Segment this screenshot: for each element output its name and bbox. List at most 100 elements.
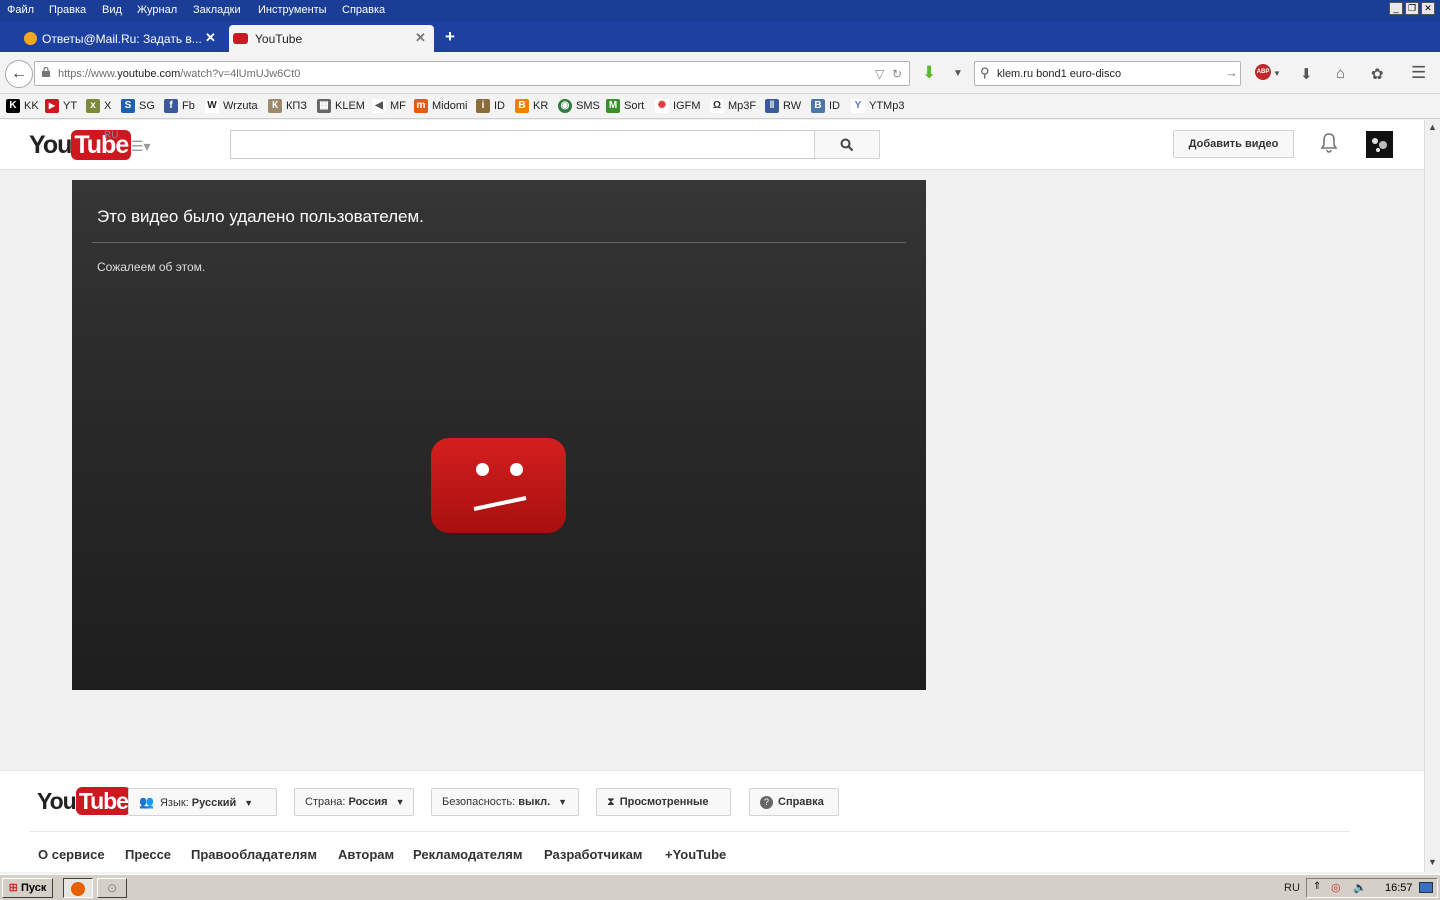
bookmark-klem[interactable]: ▦ KLEM	[317, 99, 365, 115]
bookmark-label: Sort	[624, 100, 645, 112]
youtube-search-input[interactable]	[230, 130, 815, 159]
menu-file[interactable]: Файл	[7, 4, 34, 16]
start-button[interactable]: ⊞ Пуск	[2, 878, 53, 898]
chevron-down-icon[interactable]: ▼	[1273, 69, 1281, 78]
bookmark-sg[interactable]: S SG	[121, 99, 155, 115]
bookmark-kpz[interactable]: К КПЗ	[268, 99, 307, 115]
back-button[interactable]: ←	[5, 60, 33, 88]
addon-icon[interactable]: ✿	[1371, 65, 1384, 83]
new-tab-icon[interactable]: +	[445, 27, 455, 47]
bookmark-yt[interactable]: ▶ YT	[45, 99, 77, 115]
bookmark-mf[interactable]: ◀ MF	[372, 99, 406, 115]
safety-value: выкл.	[518, 796, 551, 808]
language-indicator[interactable]: RU	[1284, 882, 1300, 894]
bookmark-x[interactable]: xX	[86, 99, 111, 115]
dropdown-arrow-icon[interactable]: ▽	[875, 67, 884, 81]
bookmark-id[interactable]: i ID	[476, 99, 505, 115]
bookmark-igfm[interactable]: ✺ IGFM	[655, 99, 701, 115]
url-bar[interactable]: https://www.youtube.com/watch?v=4lUmUJw6…	[34, 61, 910, 86]
volume-icon[interactable]: 🔈	[1353, 881, 1367, 894]
bookmark-sms[interactable]: ◉ SMS	[558, 99, 600, 115]
bookmark-rw[interactable]: ‖ RW	[765, 99, 801, 115]
bookmark-vk[interactable]: В ID	[811, 99, 840, 115]
footer-divider	[30, 831, 1350, 832]
restore-icon[interactable]: ❐	[1405, 2, 1419, 15]
bookmark-kk[interactable]: K KK	[6, 99, 39, 115]
footer-link-advertise[interactable]: Рекламодателям	[413, 847, 522, 862]
app-icon: ⊙	[106, 881, 118, 895]
youtube-search-button[interactable]	[814, 130, 880, 159]
tab-youtube[interactable]: YouTube ✕	[229, 25, 434, 52]
kpz-icon: К	[268, 99, 282, 113]
windows-taskbar: ⊞ Пуск ⊙ RU ⇑ ◎ 🔈 16:57	[0, 874, 1440, 900]
footer-link-press[interactable]: Прессе	[125, 847, 171, 862]
help-button[interactable]: ? Справка	[749, 788, 839, 816]
globe-icon: ◉	[558, 99, 572, 113]
url-prefix: https://www.	[58, 68, 118, 80]
adblock-icon[interactable]: ABP	[1255, 64, 1271, 80]
footer-youtube-logo[interactable]: You Tube	[37, 787, 131, 815]
footer-link-plus-youtube[interactable]: +YouTube	[665, 847, 726, 862]
page-scrollbar[interactable]: ▲ ▼	[1424, 120, 1440, 872]
footer-link-copyright[interactable]: Правообладателям	[191, 847, 317, 862]
safety-button[interactable]: Безопасность: выкл. ▼	[431, 788, 579, 816]
menu-help[interactable]: Справка	[342, 4, 385, 16]
menu-tools[interactable]: Инструменты	[258, 4, 327, 16]
chevron-down-icon[interactable]: ▼	[953, 68, 963, 79]
system-tray: ⇑ ◎ 🔈 16:57	[1306, 878, 1438, 898]
ytmp3-icon: Y	[851, 99, 865, 113]
menu-view[interactable]: Вид	[102, 4, 122, 16]
taskbar-app[interactable]: ⊙	[97, 878, 127, 898]
youtube-masthead: You Tube RU ☰▾ Добавить видео	[0, 120, 1424, 170]
reload-icon[interactable]: ↻	[892, 67, 902, 81]
language-value: Русский	[191, 797, 237, 809]
home-icon[interactable]: ⌂	[1336, 65, 1345, 82]
search-input[interactable]: klem.ru bond1 euro-disco	[997, 68, 1121, 80]
close-tab-icon[interactable]: ✕	[205, 30, 216, 46]
menu-icon[interactable]: ☰	[1411, 63, 1426, 83]
bookmark-midomi[interactable]: m Midomi	[414, 99, 467, 115]
footer-link-creators[interactable]: Авторам	[338, 847, 394, 862]
search-bar[interactable]: ⚲ klem.ru bond1 euro-disco →	[974, 61, 1241, 86]
menu-edit[interactable]: Правка	[49, 4, 86, 16]
divider	[92, 242, 906, 243]
avatar[interactable]	[1366, 131, 1393, 158]
footer-link-developers[interactable]: Разработчикам	[544, 847, 642, 862]
mp3-sort-icon: M	[606, 99, 620, 113]
scroll-down-icon[interactable]: ▼	[1428, 857, 1437, 867]
tray-expand-icon[interactable]: ⇑	[1313, 881, 1321, 892]
scroll-up-icon[interactable]: ▲	[1428, 122, 1437, 132]
bell-icon[interactable]	[1320, 132, 1338, 154]
guide-menu-icon[interactable]: ☰▾	[131, 138, 151, 155]
download-helper-icon[interactable]: ⬇	[922, 63, 936, 83]
firefox-icon	[71, 881, 85, 896]
lock-icon	[42, 67, 50, 77]
tab-mail-answers[interactable]: Ответы@Mail.Ru: Задать в... ✕	[20, 25, 225, 52]
url-path: /watch?v=4lUmUJw6Ct0	[180, 68, 301, 80]
tray-app-icon[interactable]: ◎	[1331, 881, 1341, 894]
bookmark-kr[interactable]: B KR	[515, 99, 548, 115]
logo-you: You	[37, 788, 77, 814]
bookmark-label: Mp3F	[728, 100, 757, 112]
bookmark-ytmp3[interactable]: Y YTMp3	[851, 99, 904, 115]
country-button[interactable]: Страна: Россия ▼	[294, 788, 414, 816]
bookmark-fb[interactable]: f Fb	[164, 99, 195, 115]
bookmark-wrzuta[interactable]: W Wrzuta	[205, 99, 258, 115]
bookmark-sort[interactable]: M Sort	[606, 99, 644, 115]
footer-link-about[interactable]: О сервисе	[38, 847, 105, 862]
downloads-icon[interactable]: ⬇	[1300, 65, 1313, 83]
language-button[interactable]: 👥 Язык: Русский ▼	[128, 788, 277, 816]
menu-history[interactable]: Журнал	[137, 4, 177, 16]
error-title: Это видео было удалено пользователем.	[97, 207, 424, 226]
minimize-icon[interactable]: _	[1389, 2, 1403, 15]
arrow-right-icon[interactable]: →	[1225, 65, 1238, 80]
close-window-icon[interactable]: ✕	[1421, 2, 1435, 15]
menu-bookmarks[interactable]: Закладки	[193, 4, 241, 16]
people-icon: 👥	[139, 795, 154, 809]
close-tab-icon[interactable]: ✕	[415, 30, 426, 46]
show-desktop-icon[interactable]	[1419, 882, 1433, 893]
taskbar-firefox[interactable]	[63, 878, 93, 898]
history-button[interactable]: ⧗ Просмотренные	[596, 788, 731, 816]
upload-video-button[interactable]: Добавить видео	[1173, 130, 1294, 158]
bookmark-mp3f[interactable]: Ω Mp3F	[710, 99, 756, 115]
